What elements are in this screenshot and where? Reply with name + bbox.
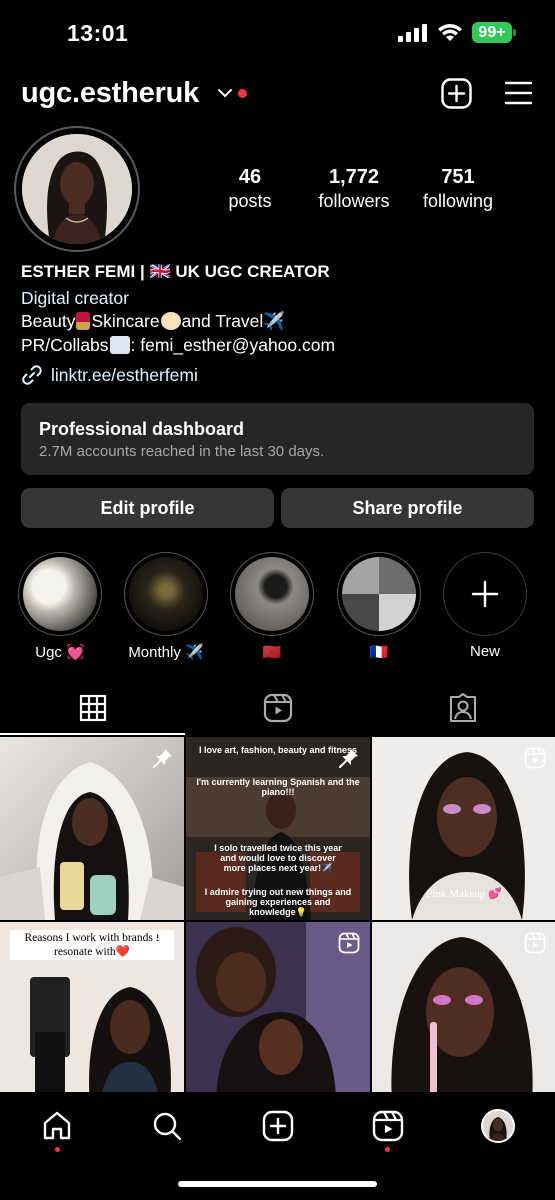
wifi-icon <box>438 24 462 41</box>
profile-avatar[interactable] <box>22 134 132 244</box>
highlight-label: New <box>469 643 500 660</box>
post-caption-text: Reasons I work with brands I resonate wi… <box>10 930 174 960</box>
reel-icon <box>152 932 174 954</box>
search-icon <box>153 1112 182 1141</box>
highlight-label: 🇫🇷 <box>369 644 389 661</box>
link-icon <box>22 365 42 385</box>
menu-icon[interactable] <box>505 81 532 105</box>
profile-link-text: linktr.ee/estherfemi <box>51 364 198 385</box>
stat-followers[interactable]: 1,772 followers <box>314 166 394 212</box>
face-mask-emoji-icon <box>160 312 181 330</box>
grid-icon <box>79 694 106 722</box>
followers-count: 1,772 <box>328 166 380 188</box>
post-caption-text: I love art, fashion, beauty and fitness <box>198 745 358 755</box>
lipstick-emoji-icon <box>76 312 91 330</box>
tab-tagged[interactable] <box>370 682 555 734</box>
reel-icon <box>524 747 546 769</box>
highlight-morocco[interactable]: 🇲🇦 <box>230 552 314 661</box>
bio-email-text: : femi_esther@yahoo.com <box>130 335 336 355</box>
highlight-cover <box>342 557 416 631</box>
following-label: following <box>422 191 494 211</box>
bio-line-interests: Beauty Skincare and Travel✈️ <box>21 311 285 332</box>
highlight-new[interactable]: New <box>443 552 527 660</box>
tab-posts-grid[interactable] <box>0 682 185 734</box>
create-icon <box>262 1110 294 1142</box>
new-highlight-ring <box>443 552 527 636</box>
tab-reels[interactable] <box>185 682 370 734</box>
bio-beauty-text: Beauty <box>21 311 76 331</box>
home-notification-dot <box>55 1147 60 1152</box>
dashboard-subtitle: 2.7M accounts reached in the last 30 day… <box>39 443 325 460</box>
share-profile-button[interactable]: Share profile <box>281 488 534 528</box>
status-bar: 13:01 99+ <box>0 0 555 66</box>
post-tile[interactable] <box>372 922 555 1105</box>
highlight-cover <box>235 557 309 631</box>
pinned-icon <box>339 749 358 768</box>
cellular-signal-icon <box>398 24 427 42</box>
home-icon <box>43 1111 71 1140</box>
highlight-monthly[interactable]: Monthly ✈️ <box>124 552 208 661</box>
post-caption-text: Pink Makeup 💕 <box>426 888 502 900</box>
post-caption-text: I'm currently learning Spanish and the p… <box>196 777 360 797</box>
active-tab-indicator <box>0 733 185 735</box>
stat-posts[interactable]: 46 posts <box>226 166 274 212</box>
edit-profile-button[interactable]: Edit profile <box>21 488 274 528</box>
tagged-user-icon <box>449 693 476 723</box>
profile-avatar-small <box>481 1109 515 1143</box>
nav-create[interactable] <box>258 1106 298 1146</box>
profile-display-name: ESTHER FEMI | 🇬🇧 UK UGC CREATOR <box>21 262 330 281</box>
nav-reels[interactable] <box>368 1106 408 1146</box>
professional-dashboard[interactable]: Professional dashboard 2.7M accounts rea… <box>21 403 534 475</box>
highlight-ring <box>124 552 208 636</box>
highlight-france[interactable]: 🇫🇷 <box>337 552 421 661</box>
reel-icon <box>524 932 546 954</box>
create-post-icon[interactable] <box>441 78 472 109</box>
highlight-label: Monthly ✈️ <box>128 644 204 661</box>
post-tile[interactable]: Reasons I work with brands I resonate wi… <box>0 922 184 1105</box>
nav-home[interactable] <box>37 1106 77 1146</box>
nav-profile[interactable] <box>478 1106 518 1146</box>
nav-search[interactable] <box>147 1106 187 1146</box>
bio-line-contact: PR/Collabs : femi_esther@yahoo.com <box>21 335 335 356</box>
highlight-ring <box>18 552 102 636</box>
chevron-down-icon[interactable] <box>217 86 233 100</box>
reels-icon <box>372 1110 404 1142</box>
home-indicator <box>178 1181 377 1187</box>
reels-icon <box>263 693 292 723</box>
highlight-cover <box>23 557 97 631</box>
battery-icon: 99+ <box>472 22 512 43</box>
dashboard-title: Professional dashboard <box>39 419 245 439</box>
highlight-label: Ugc 💓 <box>35 644 85 661</box>
followers-label: followers <box>318 191 390 211</box>
plus-icon <box>471 580 499 608</box>
post-tile[interactable]: I love art, fashion, beauty and fitness … <box>186 737 370 920</box>
profile-category: Digital creator <box>21 288 129 308</box>
post-tile[interactable]: Pink Makeup 💕 <box>372 737 555 920</box>
envelope-emoji-icon <box>109 336 130 354</box>
bio-travel-text: and Travel✈️ <box>181 311 286 331</box>
highlight-cover <box>129 557 203 631</box>
notification-dot <box>238 89 247 98</box>
highlight-label: 🇲🇦 <box>262 644 282 661</box>
highlight-ugc[interactable]: Ugc 💓 <box>18 552 102 661</box>
profile-username[interactable]: ugc.estheruk <box>21 77 199 110</box>
posts-label: posts <box>228 191 272 211</box>
profile-link[interactable]: linktr.ee/estherfemi <box>21 364 198 386</box>
battery-tip <box>513 29 516 36</box>
pinned-icon <box>153 749 172 768</box>
reels-notification-dot <box>385 1147 390 1152</box>
reel-icon <box>338 932 360 954</box>
post-caption-text: I admire trying out new things and gaini… <box>204 887 352 917</box>
bio-skincare-text: Skincare <box>91 311 160 331</box>
post-tile[interactable] <box>0 737 184 920</box>
post-caption-text: I solo travelled twice this year and wou… <box>214 843 342 873</box>
following-count: 751 <box>441 166 475 188</box>
highlight-ring <box>337 552 421 636</box>
status-time: 13:01 <box>67 20 129 46</box>
post-tile[interactable] <box>186 922 370 1105</box>
bio-collabs-text: PR/Collabs <box>21 335 109 355</box>
highlight-ring <box>230 552 314 636</box>
stat-following[interactable]: 751 following <box>418 166 498 212</box>
posts-count: 46 <box>238 166 262 188</box>
